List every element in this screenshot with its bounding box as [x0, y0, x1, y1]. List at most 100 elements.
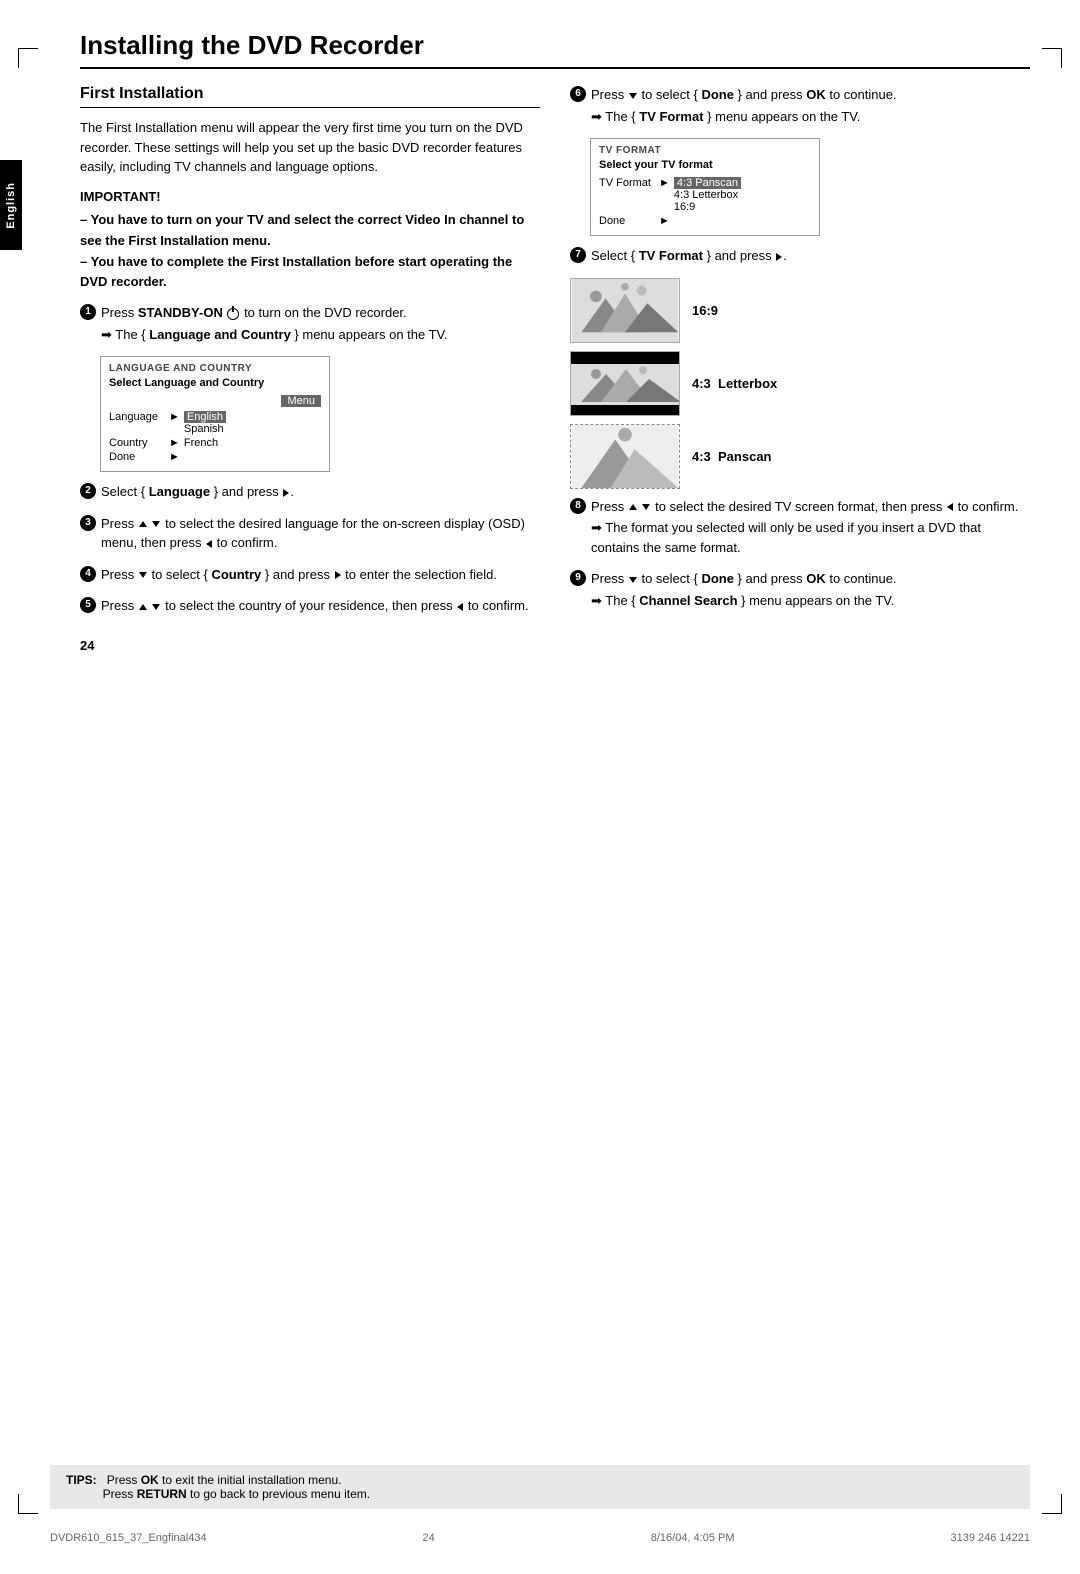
tv-format-done-label: Done — [599, 215, 659, 227]
corner-mark-tl — [18, 48, 38, 68]
footer-right: 8/16/04, 4:05 PM — [651, 1532, 735, 1544]
tv-format-done-arrow: ► — [659, 215, 670, 227]
step-2: 2 Select { Language } and press . — [80, 482, 540, 504]
tips-section: TIPS: Press OK to exit the initial insta… — [50, 1465, 1030, 1509]
step-1: 1 Press STANDBY-ON to turn on the DVD re… — [80, 303, 540, 346]
step-8-content: Press to select the desired TV screen fo… — [591, 497, 1030, 560]
arrow-right-7 — [776, 253, 782, 261]
tv-format-box: TV FORMAT Select your TV format TV Forma… — [590, 138, 820, 236]
two-column-layout: First Installation The First Installatio… — [70, 85, 1030, 628]
arrow-left-8 — [947, 503, 953, 511]
step-4-number: 4 — [80, 566, 96, 582]
menu-box: LANGUAGE AND COUNTRY Select Language and… — [100, 356, 330, 472]
page-number: 24 — [70, 638, 1030, 653]
step-4-content: Press to select { Country } and press to… — [101, 565, 540, 587]
arrow-down-icon — [152, 521, 160, 527]
menu-option-english: English — [184, 411, 226, 423]
step-4: 4 Press to select { Country } and press … — [80, 565, 540, 587]
tv-format-subtitle: Select your TV format — [599, 159, 811, 171]
menu-box-subtitle: Select Language and Country — [109, 377, 321, 389]
menu-header-row: Menu — [109, 395, 321, 407]
footer-center: 24 — [423, 1532, 435, 1544]
section-title: First Installation — [80, 85, 540, 108]
arrow-up-8 — [629, 504, 637, 510]
arrow-down-6 — [629, 93, 637, 99]
menu-header-label: Menu — [281, 395, 321, 407]
step-3-number: 3 — [80, 515, 96, 531]
corner-mark-tr — [1042, 48, 1062, 68]
tv-image-169-row: 16:9 — [570, 278, 1030, 343]
step-9: 9 Press to select { Done } and press OK … — [570, 569, 1030, 612]
tv-format-done-row: Done ► — [599, 215, 811, 227]
tv-label-panscan: 4:3 Panscan — [692, 449, 772, 464]
step-7: 7 Select { TV Format } and press . — [570, 246, 1030, 268]
arrow-up-icon — [139, 521, 147, 527]
tv-format-title: TV FORMAT — [599, 145, 811, 156]
step-5: 5 Press to select the country of your re… — [80, 596, 540, 618]
step-2-number: 2 — [80, 483, 96, 499]
tips-line-1: Press OK to exit the initial installatio… — [66, 1473, 370, 1501]
menu-label-country: Country — [109, 437, 169, 449]
tv-label-letterbox: 4:3 Letterbox — [692, 376, 777, 391]
footer-far-right: 3139 246 14221 — [950, 1532, 1030, 1544]
letterbox-content — [571, 364, 680, 405]
step-7-number: 7 — [570, 247, 586, 263]
footer-left: DVDR610_615_37_Engfinal434 — [50, 1532, 207, 1544]
step-5-content: Press to select the country of your resi… — [101, 596, 540, 618]
step-2-content: Select { Language } and press . — [101, 482, 540, 504]
step-6: 6 Press to select { Done } and press OK … — [570, 85, 1030, 128]
arrow-left-icon — [206, 540, 212, 548]
menu-row-language: Language ► English Spanish — [109, 411, 321, 435]
tv-image-letterbox — [570, 351, 680, 416]
step-6-number: 6 — [570, 86, 586, 102]
page-title: Installing the DVD Recorder — [80, 30, 1030, 69]
menu-option-french: French — [184, 437, 218, 449]
corner-mark-bl — [18, 1494, 38, 1514]
tv-image-panscan — [570, 424, 680, 489]
menu-row-country: Country ► French — [109, 437, 321, 449]
step-6-content: Press to select { Done } and press OK to… — [591, 85, 1030, 128]
menu-option-spanish: Spanish — [184, 423, 226, 435]
step-3: 3 Press to select the desired language f… — [80, 514, 540, 555]
menu-label-language: Language — [109, 411, 169, 423]
tv-image-letterbox-row: 4:3 Letterbox — [570, 351, 1030, 416]
tv-format-arrow: ► — [659, 177, 670, 189]
tab-label: English — [5, 182, 17, 229]
menu-options-language: English Spanish — [184, 411, 226, 435]
tips-label: TIPS: — [66, 1473, 103, 1487]
menu-row-done: Done ► — [109, 451, 321, 463]
menu-label-done: Done — [109, 451, 169, 463]
footer: DVDR610_615_37_Engfinal434 24 8/16/04, 4… — [50, 1532, 1030, 1544]
arrow-down-icon-4 — [139, 572, 147, 578]
page-content: Installing the DVD Recorder First Instal… — [50, 30, 1030, 653]
step-8: 8 Press to select the desired TV screen … — [570, 497, 1030, 560]
menu-arrow-country: ► — [169, 437, 180, 449]
important-text: – You have to turn on your TV and select… — [80, 210, 540, 293]
step-8-number: 8 — [570, 498, 586, 514]
menu-box-title: LANGUAGE AND COUNTRY — [109, 363, 321, 374]
step-9-content: Press to select { Done } and press OK to… — [591, 569, 1030, 612]
step-5-number: 5 — [80, 597, 96, 613]
step-1-number: 1 — [80, 304, 96, 320]
step-1-content: Press STANDBY-ON to turn on the DVD reco… — [101, 303, 540, 346]
right-column: 6 Press to select { Done } and press OK … — [570, 85, 1030, 628]
arrow-down-icon-5 — [152, 604, 160, 610]
tv-format-label: TV Format — [599, 177, 659, 189]
step-3-content: Press to select the desired language for… — [101, 514, 540, 555]
menu-arrow-done: ► — [169, 451, 180, 463]
tv-option-43panscan: 4:3 Panscan — [674, 177, 741, 189]
tv-format-row: TV Format ► 4:3 Panscan 4:3 Letterbox 16… — [599, 177, 811, 213]
tv-format-menu-box: TV FORMAT Select your TV format TV Forma… — [590, 138, 1030, 236]
arrow-right-icon-4 — [335, 571, 341, 579]
intro-paragraph: The First Installation menu will appear … — [80, 118, 540, 177]
arrow-down-9 — [629, 577, 637, 583]
mountain-svg-letterbox — [571, 364, 680, 405]
arrow-right-icon — [283, 489, 289, 497]
corner-mark-br — [1042, 1494, 1062, 1514]
important-label: IMPORTANT! — [80, 187, 540, 207]
menu-options-country: French — [184, 437, 218, 449]
menu-arrow-language: ► — [169, 411, 180, 423]
language-tab: English — [0, 160, 22, 250]
step-7-content: Select { TV Format } and press . — [591, 246, 1030, 268]
left-column: First Installation The First Installatio… — [70, 85, 540, 628]
